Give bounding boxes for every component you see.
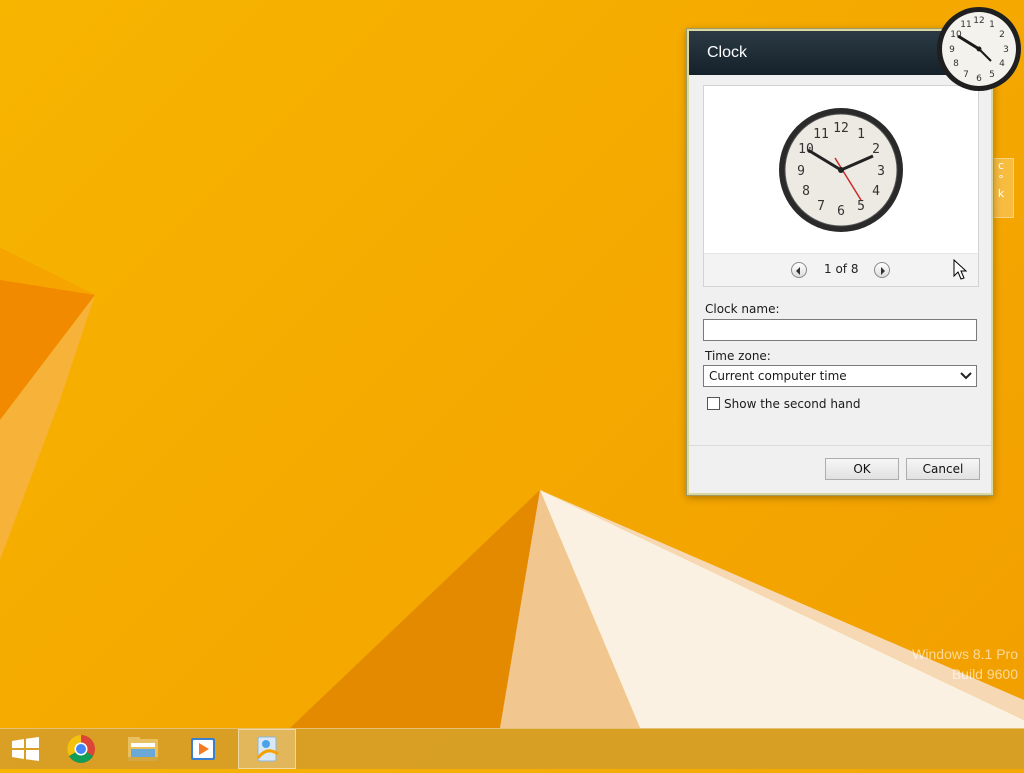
svg-text:1: 1	[857, 127, 865, 142]
clock-name-input[interactable]	[703, 319, 977, 341]
taskbar-chrome[interactable]	[54, 729, 112, 769]
clock-center	[838, 167, 844, 173]
folder-icon	[128, 737, 158, 761]
windows-logo-icon	[12, 737, 39, 761]
svg-text:12: 12	[973, 16, 984, 26]
start-button[interactable]	[0, 729, 58, 769]
clock-settings-dialog: Clock 12 1 2 345 678 9 10 11 1 of 8 Cloc…	[687, 29, 993, 495]
taskbar-desktop-gadgets[interactable]	[238, 729, 296, 769]
svg-text:8: 8	[953, 59, 959, 69]
svg-text:2: 2	[872, 142, 880, 157]
gadgets-icon	[256, 736, 279, 762]
time-zone-label: Time zone:	[705, 349, 771, 363]
svg-text:6: 6	[976, 74, 982, 84]
clock-name-label: Clock name:	[705, 302, 780, 316]
taskbar	[0, 728, 1024, 769]
media-player-icon	[191, 738, 215, 760]
svg-text:1: 1	[989, 20, 995, 30]
windows-watermark: Windows 8.1 Pro Build 9600	[912, 644, 1018, 684]
cancel-button[interactable]: Cancel	[906, 458, 980, 480]
chrome-icon	[67, 735, 95, 763]
svg-text:10: 10	[798, 142, 814, 157]
taskbar-media-player[interactable]	[174, 729, 232, 769]
time-zone-select[interactable]: Current computer time	[703, 365, 977, 387]
watermark-build: Build 9600	[951, 666, 1018, 682]
weather-gadget-text: c ° k	[997, 159, 1005, 200]
previous-clock-button[interactable]	[791, 262, 807, 278]
chevron-down-icon	[960, 372, 972, 380]
wallpaper-shape-center-dark	[290, 490, 540, 728]
svg-text:7: 7	[817, 199, 825, 214]
clock-style-pager: 1 of 8	[703, 253, 979, 287]
svg-text:8: 8	[802, 184, 810, 199]
watermark-edition: Windows 8.1 Pro	[912, 646, 1018, 662]
svg-text:12: 12	[833, 121, 849, 136]
svg-text:5: 5	[989, 70, 995, 80]
svg-text:3: 3	[1003, 45, 1009, 55]
ok-button[interactable]: OK	[825, 458, 899, 480]
taskbar-file-explorer[interactable]	[114, 729, 172, 769]
next-clock-button[interactable]	[874, 262, 890, 278]
svg-text:4: 4	[999, 59, 1005, 69]
svg-text:11: 11	[960, 20, 971, 30]
second-hand-label[interactable]: Show the second hand	[724, 397, 861, 411]
desktop-clock-gadget[interactable]: 12 12 345 678 91011	[936, 6, 1022, 92]
preview-clock-face: 12 12 345 678 91011	[779, 108, 903, 232]
svg-text:5: 5	[857, 199, 865, 214]
svg-text:9: 9	[949, 45, 955, 55]
svg-text:9: 9	[797, 164, 805, 179]
svg-text:6: 6	[837, 204, 845, 219]
arrow-right-icon	[881, 267, 885, 275]
mouse-cursor-icon	[953, 259, 968, 280]
time-zone-value: Current computer time	[709, 369, 847, 383]
svg-text:11: 11	[813, 127, 829, 142]
pager-count: 1 of 8	[824, 262, 859, 276]
gadget-center	[976, 46, 982, 52]
svg-text:2: 2	[999, 30, 1005, 40]
arrow-left-icon	[796, 267, 800, 275]
svg-text:7: 7	[963, 70, 969, 80]
svg-text:3: 3	[877, 164, 885, 179]
svg-text:4: 4	[872, 184, 880, 199]
second-hand-checkbox[interactable]	[707, 397, 720, 410]
